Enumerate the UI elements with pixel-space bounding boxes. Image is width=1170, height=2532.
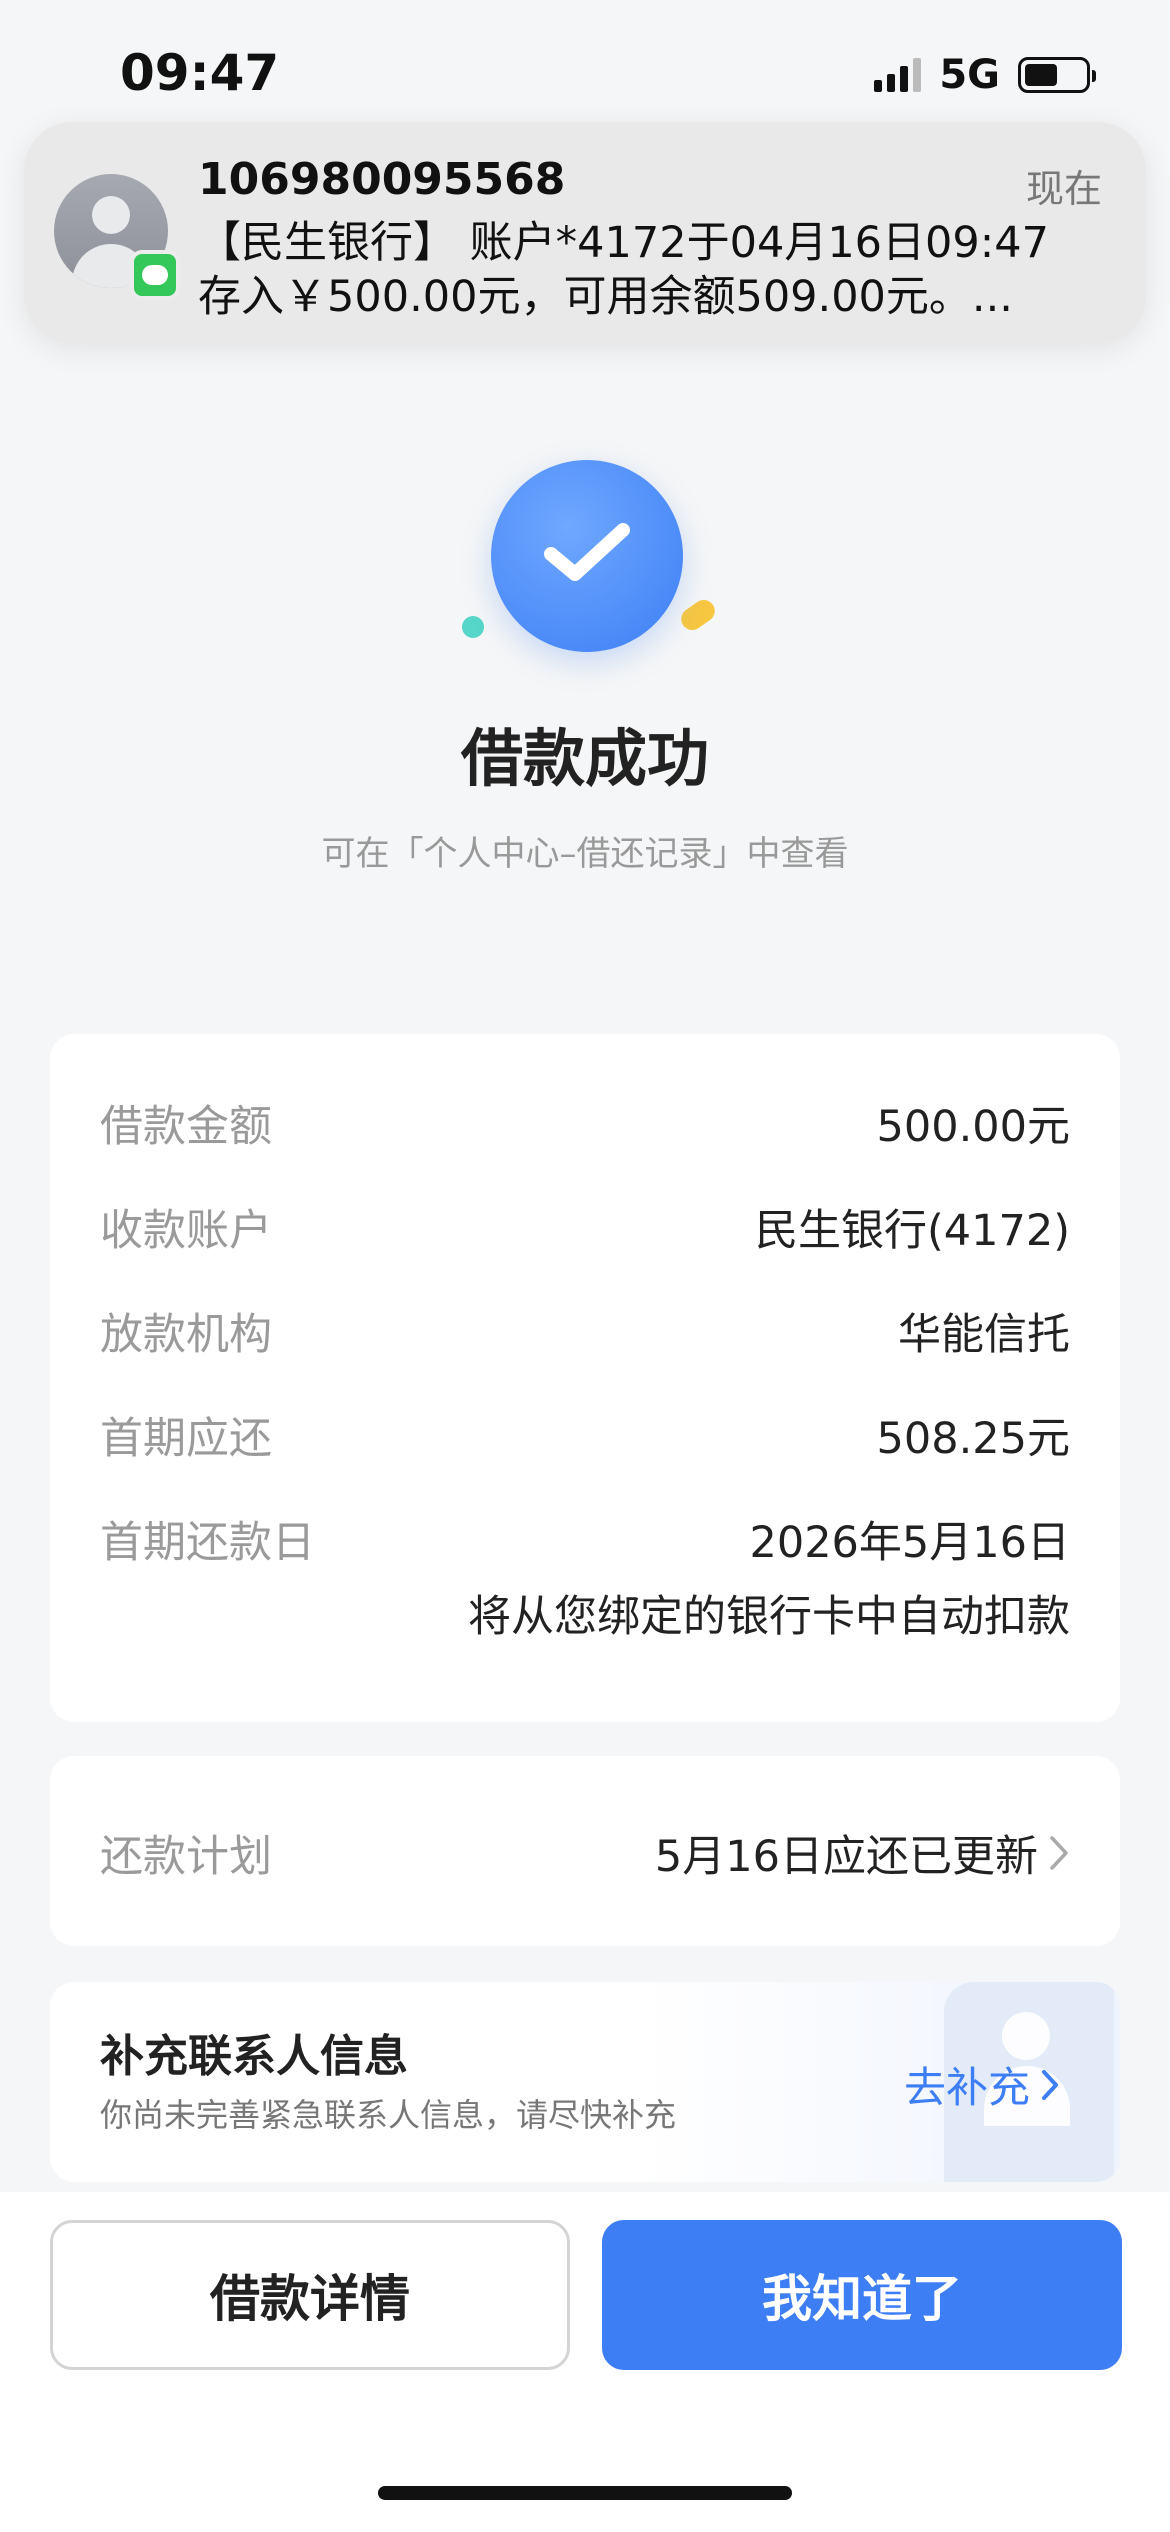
notification-sender: 106980095568: [198, 154, 566, 205]
notification-time: 现在: [1025, 167, 1102, 211]
loan-details-button[interactable]: 借款详情: [50, 2220, 570, 2370]
success-title: 借款成功: [460, 722, 709, 795]
detail-value: 民生银行(4172): [755, 1206, 1070, 1256]
status-icons: 5G: [874, 52, 1096, 98]
status-time: 09:47: [120, 44, 280, 102]
detail-row-account: 收款账户 民生银行(4172): [100, 1196, 1070, 1258]
plan-label: 还款计划: [100, 1832, 272, 1882]
home-indicator[interactable]: [378, 2486, 792, 2500]
messages-app-icon: [130, 250, 180, 300]
repayment-plan-row[interactable]: 还款计划 5月16日应还已更新: [100, 1822, 1070, 1884]
detail-label: 放款机构: [100, 1310, 272, 1360]
contact-subtitle: 你尚未完善紧急联系人信息，请尽快补充: [100, 2096, 677, 2134]
add-contact-link[interactable]: 去补充: [904, 2054, 1060, 2115]
chevron-right-icon: [1050, 1836, 1068, 1870]
success-subtitle: 可在「个人中心–借还记录」中查看: [321, 834, 849, 874]
detail-label: 首期还款日: [100, 1518, 315, 1568]
plan-value: 5月16日应还已更新: [654, 1832, 1038, 1882]
notification-text-line2: 存入￥500.00元，可用余额509.00元。...: [198, 272, 1013, 322]
auto-debit-note: 将从您绑定的银行卡中自动扣款: [468, 1592, 1070, 1642]
repayment-plan-card[interactable]: 还款计划 5月16日应还已更新: [50, 1756, 1120, 1946]
detail-row-lender: 放款机构 华能信托: [100, 1300, 1070, 1362]
detail-row-amount: 借款金额 500.00元: [100, 1092, 1070, 1154]
check-circle-icon: [491, 460, 683, 652]
got-it-button[interactable]: 我知道了: [602, 2220, 1122, 2370]
battery-icon: [1018, 57, 1096, 93]
chevron-right-icon: [1042, 2069, 1058, 2100]
detail-value: 华能信托: [898, 1310, 1070, 1360]
detail-row-first-payment: 首期应还 508.25元: [100, 1404, 1070, 1466]
sms-notification[interactable]: 106980095568 现在 【民生银行】 账户*4172于04月16日09:…: [24, 122, 1146, 344]
detail-value: 2026年5月16日: [749, 1518, 1070, 1568]
network-label: 5G: [939, 52, 1000, 98]
detail-label: 首期应还: [100, 1414, 272, 1464]
detail-label: 收款账户: [100, 1206, 272, 1256]
add-contact-label: 去补充: [903, 2063, 1030, 2112]
detail-label: 借款金额: [100, 1102, 272, 1152]
decor-dot: [462, 616, 484, 638]
detail-value: 508.25元: [876, 1414, 1070, 1464]
plan-value-group: 5月16日应还已更新: [655, 1822, 1070, 1884]
notification-text-line1: 【民生银行】 账户*4172于04月16日09:47: [198, 218, 1049, 268]
bottom-action-bar: 借款详情 我知道了: [0, 2192, 1170, 2532]
signal-icon: [874, 58, 922, 92]
contact-info-card[interactable]: 补充联系人信息 你尚未完善紧急联系人信息，请尽快补充 去补充: [50, 1982, 1120, 2182]
detail-row-first-due-date: 首期还款日 2026年5月16日: [100, 1508, 1070, 1570]
contact-title: 补充联系人信息: [100, 2031, 408, 2082]
decor-dash: [676, 595, 720, 635]
loan-details-card: 借款金额 500.00元 收款账户 民生银行(4172) 放款机构 华能信托 首…: [50, 1034, 1120, 1722]
detail-value: 500.00元: [876, 1102, 1070, 1152]
